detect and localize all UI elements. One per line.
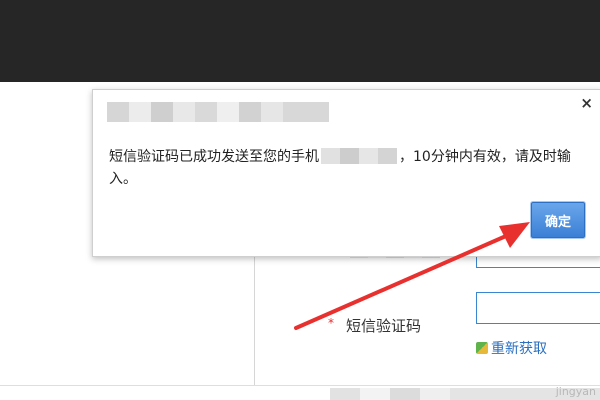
vertical-divider: [254, 252, 255, 386]
sms-code-label: 短信验证码: [346, 317, 422, 335]
blurred-phone-number: [321, 148, 397, 164]
horizontal-divider: [0, 385, 600, 386]
close-icon[interactable]: ×: [580, 94, 593, 112]
required-mark: *: [328, 316, 334, 330]
sms-code-input[interactable]: [476, 292, 600, 324]
ok-button[interactable]: 确定: [531, 202, 585, 238]
refresh-icon: [476, 342, 488, 354]
blurred-dialog-title: [107, 102, 329, 122]
resend-code-link[interactable]: 重新获取: [476, 338, 547, 358]
sms-sent-dialog: × 短信验证码已成功发送至您的手机 ，10分钟内有效，请及时输入。 确定: [92, 89, 600, 257]
top-header-bar: [0, 0, 600, 82]
dialog-message: 短信验证码已成功发送至您的手机 ，10分钟内有效，请及时输入。: [109, 146, 597, 190]
watermark: jingyan: [555, 385, 596, 398]
resend-code-label: 重新获取: [491, 341, 547, 357]
message-text-start: 短信验证码已成功发送至您的手机: [109, 149, 319, 165]
